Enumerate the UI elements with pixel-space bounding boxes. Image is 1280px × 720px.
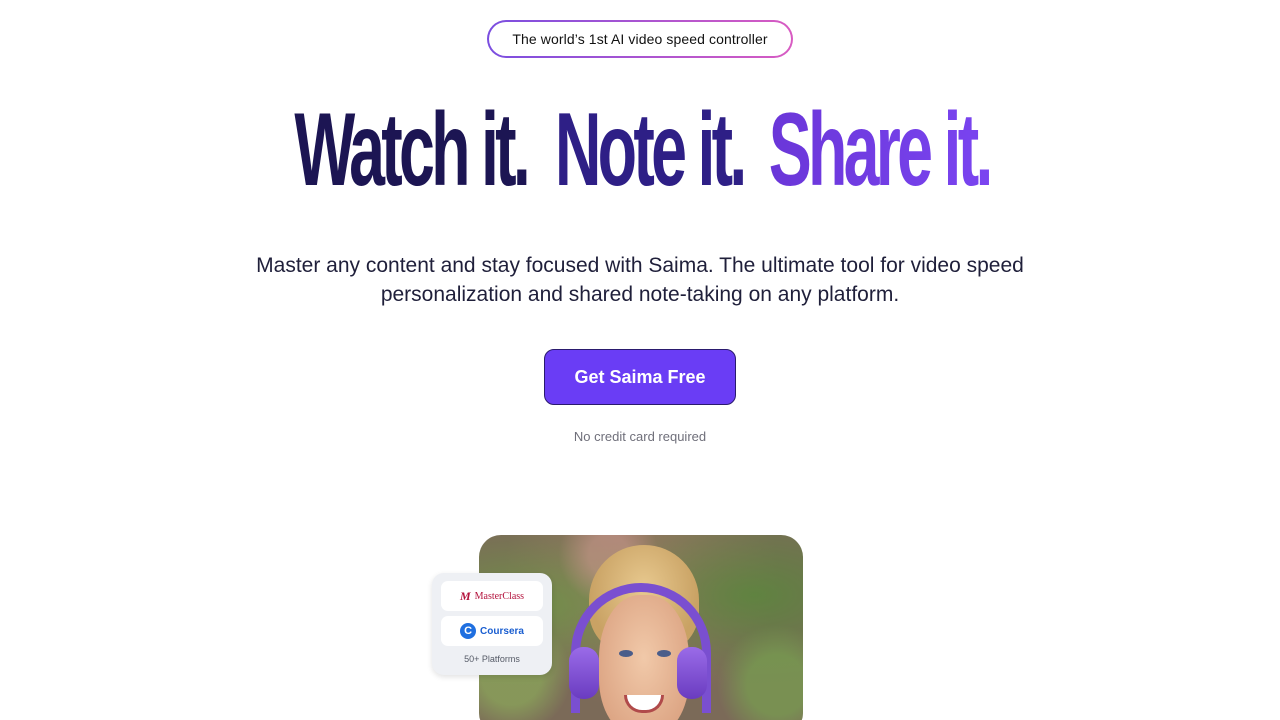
landing-page: The world’s 1st AI video speed controlle… <box>0 0 1280 720</box>
announcement-badge: The world’s 1st AI video speed controlle… <box>487 20 793 58</box>
hero-headline: Watch it. Note it. Share it. <box>0 86 1280 214</box>
get-saima-free-button[interactable]: Get Saima Free <box>544 349 736 405</box>
coursera-c-icon: C <box>460 623 477 639</box>
platforms-card: M MasterClass C Coursera 50+ Platforms <box>432 573 552 675</box>
masterclass-logo-icon: M MasterClass <box>460 589 524 604</box>
hero-subtitle: Master any content and stay focused with… <box>256 254 1024 306</box>
no-credit-card-note: No credit card required <box>573 429 707 444</box>
announcement-badge-text: The world’s 1st AI video speed controlle… <box>489 22 791 56</box>
headphones-left-earcup <box>569 647 599 699</box>
masterclass-mark-icon: M <box>459 588 471 603</box>
headline-share: Share it. <box>768 86 993 214</box>
platform-masterclass-label: MasterClass <box>474 590 525 602</box>
platform-coursera-label: Coursera <box>480 625 524 637</box>
coursera-logo-icon: C Coursera <box>460 623 524 639</box>
platform-count: 50+ Platforms <box>464 654 520 664</box>
headphones-right-earcup <box>677 647 707 699</box>
platform-masterclass: M MasterClass <box>441 581 543 611</box>
headline-note: Note it. <box>555 92 747 208</box>
headline-watch: Watch it. <box>294 92 531 208</box>
platform-coursera: C Coursera <box>441 616 543 646</box>
